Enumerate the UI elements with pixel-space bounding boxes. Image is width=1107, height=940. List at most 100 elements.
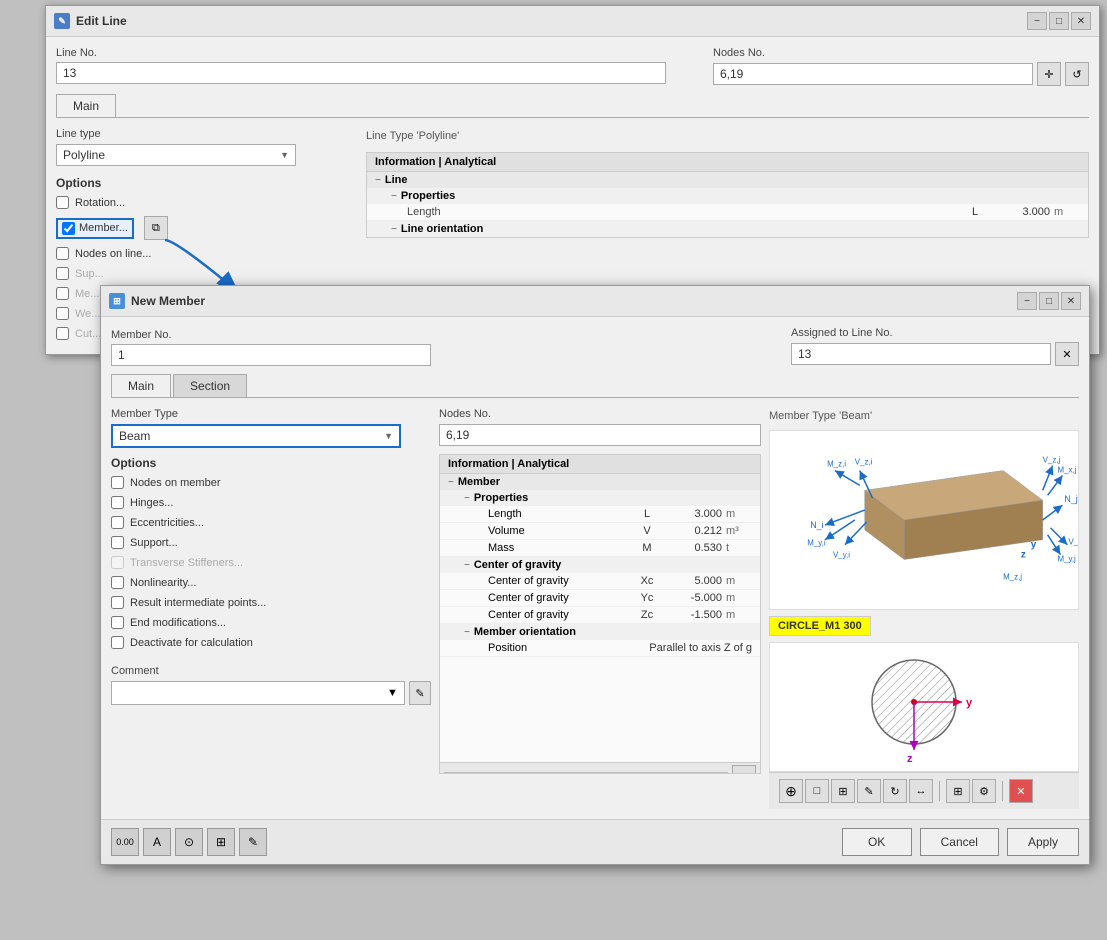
toolbar-flip-h-button[interactable]: ↔ <box>909 779 933 803</box>
comment-label: Comment <box>111 665 159 677</box>
minimize-button[interactable]: − <box>1027 12 1047 30</box>
member-checkbox[interactable] <box>62 222 75 235</box>
indicator-btn-5[interactable]: ✎ <box>239 828 267 856</box>
nodes-on-member-checkbox[interactable] <box>111 476 124 489</box>
indicator-btn-2[interactable]: A <box>143 828 171 856</box>
cog-yc-value: -5.000 <box>662 592 722 604</box>
nonlinearity-checkbox[interactable] <box>111 576 124 589</box>
properties-expand-icon[interactable]: − <box>391 191 397 202</box>
line-orientation-expand-icon[interactable]: − <box>391 224 397 235</box>
position-value: Parallel to axis Z of g <box>649 642 752 654</box>
info-scrollbar-row: ⊞ <box>440 762 760 774</box>
nodes-on-line-checkbox[interactable] <box>56 247 69 260</box>
assigned-line-input[interactable]: 13 <box>791 343 1051 365</box>
nodes-select-button[interactable]: ✛ <box>1037 62 1061 86</box>
member-info-header: Information | Analytical <box>440 455 760 474</box>
toolbar-separator-2 <box>1002 781 1003 801</box>
line-type-dropdown[interactable]: Polyline ▼ <box>56 144 296 166</box>
hinges-checkbox[interactable] <box>111 496 124 509</box>
tab-member-main[interactable]: Main <box>111 374 171 397</box>
line-tree-item: − Line <box>367 172 1088 188</box>
nodes-reset-button[interactable]: ↺ <box>1065 62 1089 86</box>
horizontal-scrollbar[interactable] <box>444 770 728 774</box>
comment-edit-button[interactable]: ✎ <box>409 681 431 705</box>
nodes-no-input[interactable]: 6,19 <box>713 63 1033 85</box>
line-expand-icon[interactable]: − <box>375 175 381 186</box>
bottom-left-indicators: 0.00 A ⊙ ⊞ ✎ <box>111 828 267 856</box>
member-center-panel: Nodes No. 6,19 Information | Analytical … <box>439 406 761 809</box>
cog-yc-key: Yc <box>632 592 662 604</box>
orientation-expand-icon[interactable]: − <box>464 627 470 638</box>
cog-xc-value: 5.000 <box>662 575 722 587</box>
apply-button[interactable]: Apply <box>1007 828 1079 856</box>
cog-xc-unit: m <box>722 575 752 587</box>
svg-text:M_y,j: M_y,j <box>1058 555 1077 564</box>
svg-text:z: z <box>1021 550 1026 561</box>
member-nodes-input[interactable]: 6,19 <box>439 424 761 446</box>
comment-input[interactable]: ▼ <box>111 681 405 705</box>
table-view-button[interactable]: ⊞ <box>732 765 756 774</box>
cuts-checkbox[interactable] <box>56 327 69 340</box>
svg-text:y: y <box>1031 540 1037 551</box>
eccentricities-checkbox[interactable] <box>111 516 124 529</box>
deactivate-checkbox[interactable] <box>111 636 124 649</box>
member-main-content: Member Type Beam ▼ Options Nodes <box>111 406 1079 809</box>
toolbar-rect-button[interactable]: □ <box>805 779 829 803</box>
member-mass-label: Mass <box>488 542 632 554</box>
tab-member-section[interactable]: Section <box>173 374 247 397</box>
member-type-dropdown[interactable]: Beam ▼ <box>111 424 401 448</box>
orientation-tree-item: − Member orientation <box>440 624 760 640</box>
options-label: Options <box>56 176 356 190</box>
new-member-minimize-button[interactable]: − <box>1017 292 1037 310</box>
toolbar-table-button[interactable]: ⊞ <box>831 779 855 803</box>
new-member-close-button[interactable]: ✕ <box>1061 292 1081 310</box>
support-checkbox[interactable] <box>111 536 124 549</box>
member-props-expand[interactable]: − <box>464 493 470 504</box>
indicator-btn-1[interactable]: 0.00 <box>111 828 139 856</box>
member-length-key: L <box>632 508 662 520</box>
toolbar-grid-button[interactable]: ⊞ <box>946 779 970 803</box>
indicator-btn-4[interactable]: ⊞ <box>207 828 235 856</box>
new-member-titlebar: ⊞ New Member − □ ✕ <box>101 286 1089 317</box>
member-copy-button[interactable]: ⧉ <box>144 216 168 240</box>
edit-line-tab-bar: Main <box>56 94 1089 118</box>
maximize-button[interactable]: □ <box>1049 12 1069 30</box>
cog-zc-value: -1.500 <box>662 609 722 621</box>
cross-section-tag[interactable]: CIRCLE_M1 300 <box>769 616 871 636</box>
member-props-label: Properties <box>474 492 528 504</box>
svg-text:M_z,i: M_z,i <box>827 460 846 469</box>
meshing-checkbox[interactable] <box>56 287 69 300</box>
member-info-panel: Information | Analytical − Member − Prop… <box>439 454 761 774</box>
result-points-checkbox[interactable] <box>111 596 124 609</box>
welded-checkbox[interactable] <box>56 307 69 320</box>
assigned-line-clear-button[interactable]: ✕ <box>1055 342 1079 366</box>
toolbar-rotate-button[interactable]: ↻ <box>883 779 907 803</box>
svg-text:z: z <box>907 753 913 765</box>
cog-expand-icon[interactable]: − <box>464 560 470 571</box>
tab-main[interactable]: Main <box>56 94 116 117</box>
close-button[interactable]: ✕ <box>1071 12 1091 30</box>
new-member-maximize-button[interactable]: □ <box>1039 292 1059 310</box>
line-orientation-label: Line orientation <box>401 223 484 235</box>
toolbar-settings-button[interactable]: ⚙ <box>972 779 996 803</box>
new-member-dialog: ⊞ New Member − □ ✕ Member No. 1 Assigned… <box>100 285 1090 865</box>
toolbar-edit-button[interactable]: ✎ <box>857 779 881 803</box>
supports-checkbox[interactable] <box>56 267 69 280</box>
toolbar-cursor-button[interactable]: ⊕ <box>779 779 803 803</box>
cog-xc-key: Xc <box>632 575 662 587</box>
indicator-btn-3[interactable]: ⊙ <box>175 828 203 856</box>
member-tree-label: Member <box>458 476 500 488</box>
toolbar-delete-button[interactable]: ✕ <box>1009 779 1033 803</box>
toolbar-separator-1 <box>939 781 940 801</box>
member-nodes-label: Nodes No. <box>439 408 491 420</box>
new-member-titlebar-buttons: − □ ✕ <box>1017 292 1081 310</box>
rotation-checkbox[interactable] <box>56 196 69 209</box>
member-no-input[interactable]: 1 <box>111 344 431 366</box>
end-modifications-checkbox[interactable] <box>111 616 124 629</box>
member-expand-icon[interactable]: − <box>448 477 454 488</box>
ok-button[interactable]: OK <box>842 828 912 856</box>
line-no-input[interactable]: 13 <box>56 62 666 84</box>
length-key: L <box>960 206 990 218</box>
transverse-checkbox[interactable] <box>111 556 124 569</box>
cancel-button[interactable]: Cancel <box>920 828 999 856</box>
